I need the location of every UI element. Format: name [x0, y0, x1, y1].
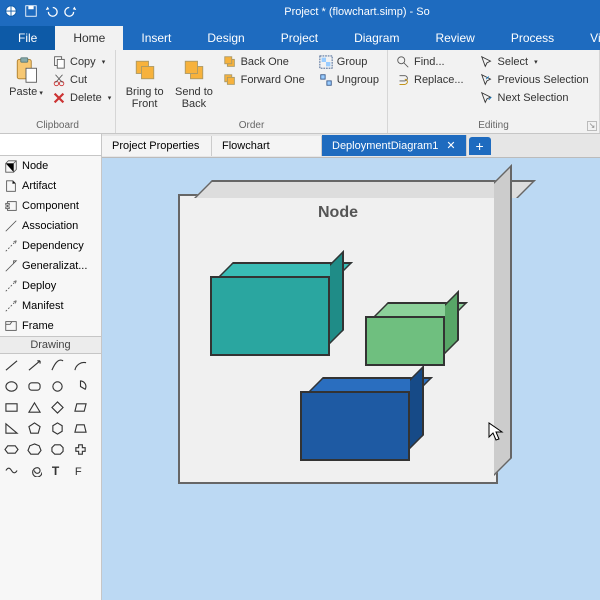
- shape-hexagon-icon[interactable]: [3, 442, 20, 457]
- title-bar: Project * (flowchart.simp) - So: [0, 0, 600, 24]
- palette-item-artifact[interactable]: Artifact: [0, 176, 101, 196]
- tab-insert[interactable]: Insert: [123, 26, 189, 50]
- document-tabs: Project Properties Flowchart DeploymentD…: [102, 134, 600, 158]
- node-frame[interactable]: Node: [178, 194, 498, 484]
- shape-ellipse-icon[interactable]: [3, 379, 20, 394]
- doctab-project-properties[interactable]: Project Properties: [102, 136, 212, 156]
- shape-parallelogram-icon[interactable]: [72, 400, 89, 415]
- cube-blue[interactable]: [300, 391, 410, 461]
- palette-item-node[interactable]: Node: [0, 156, 101, 176]
- canvas[interactable]: Node: [102, 158, 600, 600]
- replace-button[interactable]: Replace...: [394, 72, 466, 88]
- shape-palette: 🔍 Node Artifact Component Association De…: [0, 134, 102, 600]
- shape-curve-icon[interactable]: [49, 358, 66, 373]
- shape-trapezoid-icon[interactable]: [72, 421, 89, 436]
- shape-hexagon-up-icon[interactable]: [49, 421, 66, 436]
- close-tab-icon[interactable]: ✕: [446, 139, 455, 152]
- shape-text-icon[interactable]: F: [72, 463, 89, 478]
- shape-spiral-icon[interactable]: [26, 463, 43, 478]
- doctab-flowchart[interactable]: Flowchart: [212, 136, 322, 156]
- save-icon[interactable]: [24, 4, 38, 21]
- cursor-icon: [488, 422, 504, 442]
- back-one-button[interactable]: Back One: [221, 54, 307, 70]
- undo-icon[interactable]: [44, 4, 58, 21]
- group-label-editing: Editing: [388, 120, 599, 131]
- ungroup-button[interactable]: Ungroup: [317, 72, 381, 88]
- palette-item-generalization[interactable]: Generalizat...: [0, 256, 101, 276]
- dialog-launcher-icon[interactable]: ↘: [587, 121, 597, 131]
- ribbon: Paste▾ Copy▾ Cut Delete▾ Clipboard Bring…: [0, 50, 600, 134]
- tab-home[interactable]: Home: [55, 26, 123, 50]
- shape-diamond-icon[interactable]: [49, 400, 66, 415]
- palette-item-component[interactable]: Component: [0, 196, 101, 216]
- palette-item-association[interactable]: Association: [0, 216, 101, 236]
- tab-review[interactable]: Review: [417, 26, 492, 50]
- tab-view[interactable]: View: [572, 26, 600, 50]
- document-area: Project Properties Flowchart DeploymentD…: [102, 134, 600, 600]
- shape-heptagon-icon[interactable]: [26, 442, 43, 457]
- shape-cross-icon[interactable]: [72, 442, 89, 457]
- shape-rect-icon[interactable]: [3, 400, 20, 415]
- group-button[interactable]: Group: [317, 54, 381, 70]
- copy-button[interactable]: Copy▾: [50, 54, 113, 70]
- shape-triangle-icon[interactable]: [26, 400, 43, 415]
- shape-line-icon[interactable]: [3, 358, 20, 373]
- cut-button[interactable]: Cut: [50, 72, 113, 88]
- delete-button[interactable]: Delete▾: [50, 90, 113, 106]
- next-selection-button[interactable]: Next Selection: [478, 90, 591, 106]
- redo-icon[interactable]: [64, 4, 78, 21]
- palette-item-deploy[interactable]: Deploy: [0, 276, 101, 296]
- palette-section-drawing: Drawing: [0, 336, 101, 354]
- svg-text:F: F: [75, 466, 82, 477]
- group-label-order: Order: [116, 120, 387, 131]
- select-button[interactable]: Select▾: [478, 54, 591, 70]
- shape-arrow-icon[interactable]: [26, 358, 43, 373]
- ribbon-group-editing: Find... Replace... Select▾ Previous Sele…: [388, 50, 600, 133]
- window-title: Project * (flowchart.simp) - So: [78, 6, 596, 18]
- shape-sector-icon[interactable]: [72, 379, 89, 394]
- tab-file[interactable]: File: [0, 26, 55, 50]
- tab-process[interactable]: Process: [493, 26, 572, 50]
- cube-green[interactable]: [365, 316, 445, 366]
- ribbon-group-order: Bring to Front Send to Back Back One For…: [116, 50, 388, 133]
- send-to-back-button[interactable]: Send to Back: [171, 54, 216, 112]
- svg-text:T: T: [52, 464, 60, 477]
- palette-item-dependency[interactable]: Dependency: [0, 236, 101, 256]
- app-icon: [4, 4, 18, 21]
- palette-item-frame[interactable]: Frame: [0, 316, 101, 336]
- bring-to-front-button[interactable]: Bring to Front: [122, 54, 167, 112]
- forward-one-button[interactable]: Forward One: [221, 72, 307, 88]
- shape-text-bold-icon[interactable]: T: [49, 463, 66, 478]
- shape-circle-icon[interactable]: [49, 379, 66, 394]
- drawing-shapes: T F: [0, 354, 101, 482]
- tab-project[interactable]: Project: [263, 26, 336, 50]
- previous-selection-button[interactable]: Previous Selection: [478, 72, 591, 88]
- paste-button[interactable]: Paste▾: [6, 54, 46, 100]
- cube-teal[interactable]: [210, 276, 330, 356]
- new-tab-button[interactable]: +: [469, 137, 491, 155]
- node-title: Node: [180, 196, 496, 222]
- shape-wave-icon[interactable]: [3, 463, 20, 478]
- shape-roundrect-icon[interactable]: [26, 379, 43, 394]
- tab-design[interactable]: Design: [189, 26, 262, 50]
- tab-diagram[interactable]: Diagram: [336, 26, 417, 50]
- ribbon-tabs: File Home Insert Design Project Diagram …: [0, 24, 600, 50]
- group-label-clipboard: Clipboard: [0, 120, 115, 131]
- shape-arc-icon[interactable]: [72, 358, 89, 373]
- palette-item-manifest[interactable]: Manifest: [0, 296, 101, 316]
- find-button[interactable]: Find...: [394, 54, 466, 70]
- shape-rtriangle-icon[interactable]: [3, 421, 20, 436]
- shape-octagon-icon[interactable]: [49, 442, 66, 457]
- ribbon-group-clipboard: Paste▾ Copy▾ Cut Delete▾ Clipboard: [0, 50, 116, 133]
- doctab-deployment-diagram[interactable]: DeploymentDiagram1✕: [322, 135, 467, 156]
- palette-search: 🔍: [0, 134, 101, 156]
- shape-pentagon-icon[interactable]: [26, 421, 43, 436]
